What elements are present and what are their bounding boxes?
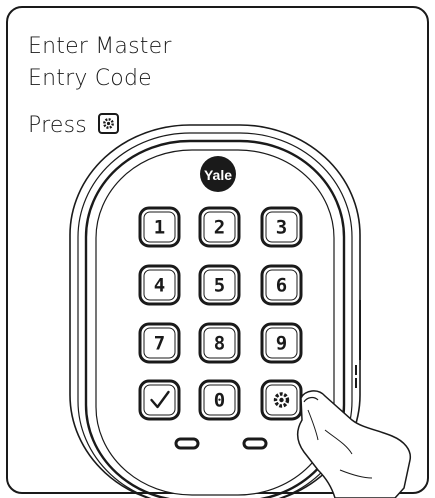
key-label: 9 bbox=[276, 333, 287, 355]
key-1[interactable]: 1 bbox=[138, 206, 181, 248]
key-label: 6 bbox=[276, 275, 287, 297]
key-label: 2 bbox=[214, 217, 225, 239]
key-check[interactable] bbox=[138, 379, 181, 421]
key-8[interactable]: 8 bbox=[198, 322, 241, 364]
key-settings[interactable] bbox=[260, 379, 303, 421]
key-6[interactable]: 6 bbox=[260, 264, 303, 306]
key-label: 8 bbox=[214, 333, 225, 355]
key-label: 4 bbox=[154, 275, 165, 297]
key-label: 1 bbox=[154, 217, 165, 239]
key-3[interactable]: 3 bbox=[260, 206, 303, 248]
key-4[interactable]: 4 bbox=[138, 264, 181, 306]
indicator-light-right bbox=[242, 437, 268, 450]
key-7[interactable]: 7 bbox=[138, 322, 181, 364]
gear-center bbox=[279, 397, 284, 403]
yale-logo: Yale bbox=[200, 156, 236, 192]
key-label: 3 bbox=[276, 217, 287, 239]
svg-text:Yale: Yale bbox=[204, 167, 232, 183]
lock-illustration: Yale 1 2 3 4 5 6 7 8 9 0 bbox=[69, 124, 412, 498]
key-label: 5 bbox=[214, 275, 225, 297]
key-9[interactable]: 9 bbox=[260, 322, 303, 364]
key-2[interactable]: 2 bbox=[198, 206, 241, 248]
key-label: 0 bbox=[214, 390, 225, 412]
key-5[interactable]: 5 bbox=[198, 264, 241, 306]
key-label: 7 bbox=[154, 333, 165, 355]
indicator-light-left bbox=[174, 437, 200, 450]
key-0[interactable]: 0 bbox=[198, 379, 241, 421]
